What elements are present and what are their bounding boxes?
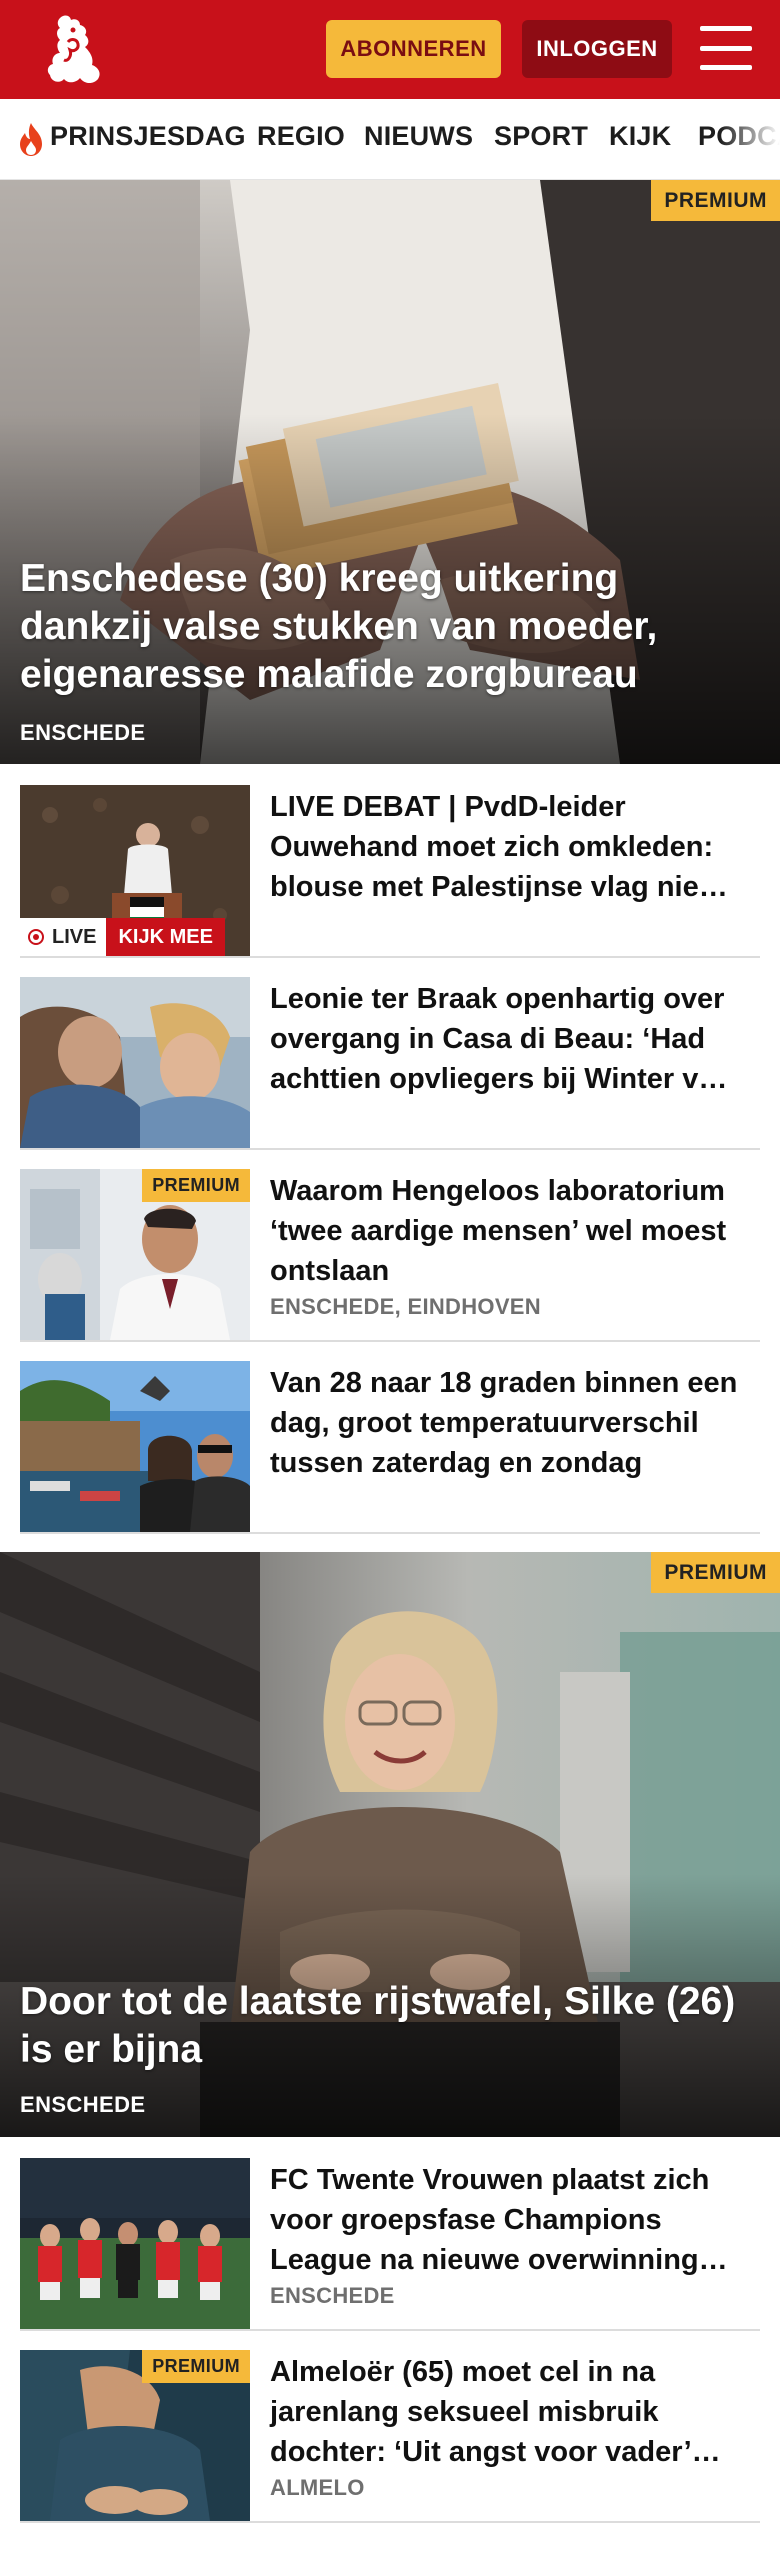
horse-logo-icon[interactable] [38,12,108,88]
article-thumbnail: LIVE KIJK MEE [20,785,250,956]
nav-item-prinsjesdag[interactable]: PRINSJESDAG [50,121,246,152]
hero-location: ENSCHEDE [20,720,146,745]
premium-badge: PREMIUM [142,2350,250,2383]
list-item[interactable]: LIVE KIJK MEE LIVE DEBAT | PvdD-leider O… [20,765,760,958]
hero-article[interactable]: PREMIUM Enschedese (30) kreeg uitkering … [0,180,780,764]
article-title[interactable]: Waarom Hengeloos laboratorium ‘twee aard… [270,1171,760,1291]
watch-live-button[interactable]: KIJK MEE [106,918,225,956]
menu-icon[interactable] [700,26,752,70]
hero-location: ENSCHEDE [20,2092,146,2117]
article-thumbnail: PREMIUM [20,1169,250,1340]
article-thumbnail [20,1361,250,1532]
article-location: ENSCHEDE, EINDHOVEN [270,1294,541,1319]
hero-title[interactable]: Door tot de laatste rijstwafel, Silke (2… [20,1978,740,2074]
article-location: ENSCHEDE [270,2283,395,2308]
article-thumbnail [20,2158,250,2329]
top-header: ABONNEREN INLOGGEN [0,0,780,99]
premium-badge: PREMIUM [142,1169,250,1202]
nav-item-nieuws[interactable]: NIEUWS [364,121,473,152]
nav-item-sport[interactable]: SPORT [494,121,588,152]
article-title[interactable]: Leonie ter Braak openhartig over overgan… [270,979,760,1099]
article-title[interactable]: LIVE DEBAT | PvdD-leider Ouwehand moet z… [270,787,760,907]
list-item[interactable]: PREMIUM Waarom Hengeloos laboratorium ‘t… [20,1149,760,1342]
article-thumbnail: PREMIUM [20,2350,250,2521]
hero-article[interactable]: PREMIUM Door tot de laatste rijstwafel, … [0,1552,780,2137]
list-item[interactable]: Leonie ter Braak openhartig over overgan… [20,957,760,1150]
premium-badge: PREMIUM [651,1552,780,1593]
article-title[interactable]: FC Twente Vrouwen plaatst zich voor groe… [270,2160,760,2280]
article-thumbnail [20,977,250,1148]
list-item[interactable]: PREMIUM Almeloër (65) moet cel in na jar… [20,2330,760,2523]
list-item[interactable]: Van 28 naar 18 graden binnen een dag, gr… [20,1341,760,1534]
live-dot-icon [28,929,44,945]
live-indicator[interactable]: LIVE KIJK MEE [20,918,225,956]
login-button[interactable]: INLOGGEN [522,20,672,78]
section-nav: PRINSJESDAG REGIO NIEUWS SPORT KIJK PODC… [0,99,780,180]
article-title[interactable]: Van 28 naar 18 graden binnen een dag, gr… [270,1363,760,1483]
subscribe-button[interactable]: ABONNEREN [326,20,501,78]
flame-icon [16,121,46,157]
nav-item-regio[interactable]: REGIO [257,121,345,152]
article-title[interactable]: Almeloër (65) moet cel in na jarenlang s… [270,2352,760,2472]
hero-title[interactable]: Enschedese (30) kreeg uitkering dankzij … [20,555,740,699]
premium-badge: PREMIUM [651,180,780,221]
list-item[interactable]: FC Twente Vrouwen plaatst zich voor groe… [20,2138,760,2331]
nav-item-kijk[interactable]: KIJK [609,121,671,152]
article-location: ALMELO [270,2475,365,2500]
